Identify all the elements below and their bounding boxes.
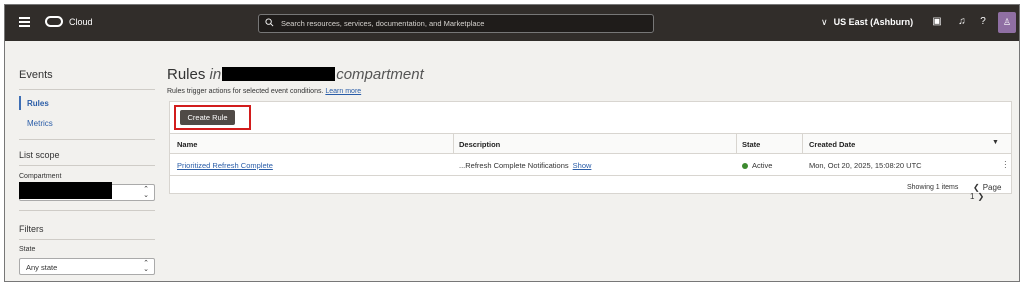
console-window: Cloud Search resources, services, docume… — [4, 4, 1020, 282]
table-header: Name Description State Created Date ▼ — [170, 133, 1011, 154]
divider — [19, 89, 155, 90]
hamburger-icon[interactable] — [19, 17, 30, 27]
rule-state-text: Active — [752, 161, 773, 170]
state-filter-label: State — [19, 246, 36, 253]
redacted-compartment-name — [222, 67, 336, 81]
sort-desc-icon[interactable]: ▼ — [992, 139, 999, 146]
page-title-prefix: Rules — [167, 66, 206, 83]
page-title-suffix: compartment — [336, 66, 424, 83]
search-placeholder: Search resources, services, documentatio… — [281, 19, 485, 28]
region-label: US East (Ashburn) — [833, 17, 914, 27]
bell-icon[interactable]: ♫ — [956, 16, 968, 28]
column-divider — [802, 134, 803, 153]
next-page-icon[interactable]: ❯ — [977, 192, 984, 201]
redacted-compartment — [19, 182, 112, 199]
compartment-label: Compartment — [19, 173, 62, 180]
state-filter-value: Any state — [26, 263, 58, 272]
top-navigation-bar: Cloud Search resources, services, docume… — [5, 5, 1019, 41]
user-avatar-icon[interactable]: ♙ — [998, 12, 1016, 33]
subtitle-text: Rules trigger actions for selected event… — [167, 88, 324, 95]
brand-label[interactable]: Cloud — [69, 17, 93, 27]
oracle-logo-icon[interactable] — [45, 16, 63, 27]
learn-more-link[interactable]: Learn more — [325, 88, 361, 95]
pagination: ❮ Page 1 ❯ — [970, 183, 1011, 201]
show-description-link[interactable]: Show — [573, 161, 592, 170]
search-input[interactable]: Search resources, services, documentatio… — [258, 14, 654, 33]
divider — [19, 165, 155, 166]
sidebar-item-metrics[interactable]: Metrics — [27, 119, 53, 128]
updown-chevron-icon: ⌃ ⌄ — [143, 186, 149, 199]
column-header-created-date[interactable]: Created Date — [809, 140, 855, 149]
column-header-description[interactable]: Description — [459, 140, 500, 149]
region-selector[interactable]: ∨ US East (Ashburn) — [821, 17, 913, 28]
search-icon — [265, 18, 274, 27]
sidebar-item-rules[interactable]: Rules — [27, 99, 49, 108]
table-row: Prioritized Refresh Complete ...Refresh … — [170, 154, 1011, 176]
previous-page-icon[interactable]: ❮ — [973, 183, 980, 192]
column-header-state[interactable]: State — [742, 140, 760, 149]
help-icon[interactable]: ? — [977, 16, 989, 28]
cloud-shell-icon[interactable]: ▣ — [931, 16, 943, 28]
active-status-dot-icon — [742, 162, 748, 169]
column-divider — [453, 134, 454, 153]
chevron-down-icon: ∨ — [821, 17, 828, 27]
active-indicator — [19, 96, 21, 110]
list-scope-heading: List scope — [19, 150, 60, 160]
page-subtitle: Rules trigger actions for selected event… — [167, 88, 361, 95]
updown-chevron-icon: ⌃ ⌄ — [143, 260, 149, 273]
column-divider — [736, 134, 737, 153]
rule-created-date: Mon, Oct 20, 2025, 15:08:20 UTC — [809, 161, 922, 170]
divider — [19, 139, 155, 140]
showing-items-count: Showing 1 items — [907, 184, 959, 191]
page-title: Rules in compartment — [167, 66, 424, 83]
rule-description-text: ...Refresh Complete Notifications — [459, 161, 569, 170]
divider — [19, 210, 155, 211]
state-filter-select[interactable]: Any state ⌃ ⌄ — [19, 258, 155, 275]
rule-name-link[interactable]: Prioritized Refresh Complete — [177, 161, 273, 170]
filters-heading: Filters — [19, 224, 44, 234]
column-header-name[interactable]: Name — [177, 140, 197, 149]
divider — [19, 239, 155, 240]
sidebar-title: Events — [19, 69, 53, 81]
create-rule-button[interactable]: Create Rule — [180, 110, 235, 125]
rule-description: ...Refresh Complete Notifications Show — [459, 161, 591, 170]
highlight-box: Create Rule — [174, 105, 251, 130]
page-title-in: in — [209, 66, 222, 83]
rule-state: Active — [742, 161, 772, 170]
row-actions-kebab-icon[interactable]: · · · — [1004, 158, 1007, 172]
rules-table-panel: Create Rule Name Description State Creat… — [169, 101, 1012, 201]
